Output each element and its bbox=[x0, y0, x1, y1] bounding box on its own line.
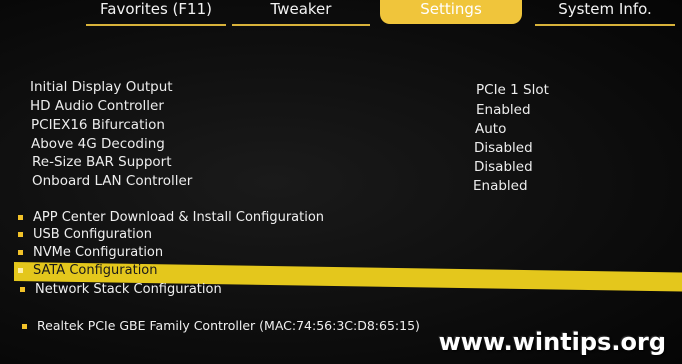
tab-favorites-label: Favorites (F11) bbox=[100, 0, 212, 18]
tab-settings[interactable]: Settings bbox=[380, 0, 522, 24]
setting-value[interactable]: Disabled bbox=[474, 140, 533, 156]
setting-pciex16-bifurcation[interactable]: PCIEX16 Bifurcation bbox=[31, 117, 165, 133]
setting-hd-audio-controller[interactable]: HD Audio Controller bbox=[30, 98, 164, 114]
submenu-label: Network Stack Configuration bbox=[35, 282, 222, 297]
setting-label: Initial Display Output bbox=[30, 79, 173, 95]
watermark: www.wintips.org bbox=[438, 328, 666, 356]
setting-value[interactable]: Enabled bbox=[473, 178, 528, 194]
tab-settings-label: Settings bbox=[420, 0, 482, 18]
setting-resize-bar-support[interactable]: Re-Size BAR Support bbox=[32, 154, 172, 170]
submenu-usb-configuration[interactable]: USB Configuration bbox=[18, 227, 152, 242]
submenu-app-center[interactable]: APP Center Download & Install Configurat… bbox=[18, 210, 324, 225]
setting-label: PCIEX16 Bifurcation bbox=[31, 117, 165, 133]
setting-label: Re-Size BAR Support bbox=[32, 154, 172, 170]
bullet-icon bbox=[18, 232, 23, 237]
bullet-icon bbox=[20, 287, 25, 292]
network-controller-item[interactable]: Realtek PCIe GBE Family Controller (MAC:… bbox=[22, 318, 420, 333]
tab-tweaker-label: Tweaker bbox=[270, 0, 332, 18]
bullet-icon bbox=[18, 268, 23, 273]
submenu-sata-configuration[interactable]: SATA Configuration bbox=[18, 263, 158, 278]
submenu-label: APP Center Download & Install Configurat… bbox=[33, 210, 325, 225]
setting-initial-display-output[interactable]: Initial Display Output bbox=[30, 79, 173, 95]
tab-favorites[interactable]: Favorites (F11) bbox=[86, 0, 226, 26]
setting-label: HD Audio Controller bbox=[30, 98, 164, 114]
setting-value[interactable]: Auto bbox=[475, 121, 506, 137]
setting-value[interactable]: Disabled bbox=[474, 159, 533, 175]
setting-label: Onboard LAN Controller bbox=[32, 173, 193, 189]
setting-label: Above 4G Decoding bbox=[31, 136, 165, 152]
submenu-network-stack-configuration[interactable]: Network Stack Configuration bbox=[20, 282, 222, 297]
submenu-label: USB Configuration bbox=[33, 227, 152, 242]
setting-value[interactable]: PCIe 1 Slot bbox=[476, 82, 549, 98]
setting-above-4g-decoding[interactable]: Above 4G Decoding bbox=[31, 136, 165, 152]
bullet-icon bbox=[18, 250, 23, 255]
network-controller-label: Realtek PCIe GBE Family Controller (MAC:… bbox=[37, 318, 420, 333]
bullet-icon bbox=[22, 324, 27, 329]
submenu-nvme-configuration[interactable]: NVMe Configuration bbox=[18, 245, 163, 260]
setting-value[interactable]: Enabled bbox=[476, 102, 531, 118]
tab-system-info-label: System Info. bbox=[558, 0, 652, 18]
bullet-icon bbox=[18, 215, 23, 220]
tab-tweaker[interactable]: Tweaker bbox=[232, 0, 370, 26]
setting-onboard-lan-controller[interactable]: Onboard LAN Controller bbox=[32, 173, 192, 189]
submenu-label: SATA Configuration bbox=[33, 263, 158, 278]
bios-screen: Favorites (F11) Tweaker Settings System … bbox=[0, 0, 682, 364]
tab-system-info[interactable]: System Info. bbox=[535, 0, 675, 26]
submenu-label: NVMe Configuration bbox=[33, 245, 164, 260]
